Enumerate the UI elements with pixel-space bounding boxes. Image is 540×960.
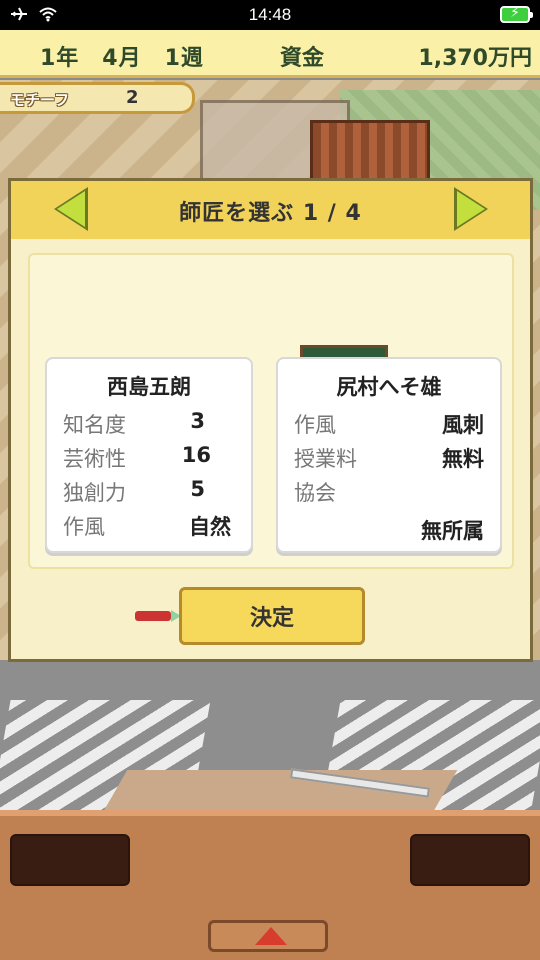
next-arrow-icon[interactable] bbox=[457, 191, 485, 227]
stat-value: 5 bbox=[190, 477, 205, 501]
pointer-pencil-icon bbox=[135, 610, 181, 622]
stat-row: 協会 bbox=[294, 477, 484, 509]
mentor-name: 尻村へそ雄 bbox=[336, 375, 442, 399]
status-bar: 14:48 ⚡ bbox=[0, 0, 540, 30]
mentor-select-dialog: 師匠を選ぶ 1 / 4 西島五朗 知名度 3 芸術性 16 独創力 5 作風 自… bbox=[8, 178, 533, 662]
motif-label: モチーフ bbox=[10, 91, 70, 109]
stat-label: 作風 bbox=[63, 515, 105, 539]
confirm-button[interactable]: 決定 bbox=[179, 587, 365, 645]
bottom-panel bbox=[0, 810, 540, 960]
stat-row: 知名度 3 bbox=[63, 409, 235, 441]
stat-row: 作風 風刺 bbox=[294, 409, 484, 441]
stat-row: 無所属 bbox=[294, 515, 484, 547]
stat-label: 作風 bbox=[294, 413, 336, 437]
mentor-card-1[interactable]: 西島五朗 知名度 3 芸術性 16 独創力 5 作風 自然 bbox=[45, 357, 253, 553]
motif-tab[interactable]: モチーフ 2 bbox=[0, 82, 195, 114]
stat-row: 授業料 無料 bbox=[294, 443, 484, 475]
stat-row: 独創力 5 bbox=[63, 477, 235, 509]
funds-value: 1,370万円 bbox=[418, 46, 532, 71]
funds-label: 資金 bbox=[280, 46, 325, 71]
dialog-title: 師匠を選ぶ 1 / 4 bbox=[179, 201, 362, 226]
stat-value: 無料 bbox=[442, 447, 484, 471]
game-date: 1年 4月 1週 bbox=[40, 46, 204, 71]
battery-icon: ⚡ bbox=[500, 5, 533, 23]
expand-menu-button[interactable] bbox=[208, 920, 328, 952]
top-info-bar: 1年 4月 1週 資金 1,370万円 bbox=[0, 30, 540, 78]
up-arrow-icon bbox=[255, 927, 287, 945]
mentor-name: 西島五朗 bbox=[107, 375, 191, 399]
stat-label: 独創力 bbox=[63, 481, 126, 505]
stat-value: 3 bbox=[190, 409, 205, 433]
stat-label: 授業料 bbox=[294, 447, 357, 471]
dialog-header: 師匠を選ぶ 1 / 4 bbox=[11, 181, 530, 239]
stat-value: 無所属 bbox=[421, 519, 484, 543]
stat-row: 芸術性 16 bbox=[63, 443, 235, 475]
stat-label: 協会 bbox=[294, 481, 336, 505]
right-slot[interactable] bbox=[410, 834, 530, 886]
stat-label: 芸術性 bbox=[63, 447, 126, 471]
status-time: 14:48 bbox=[248, 5, 292, 24]
stat-value: 16 bbox=[181, 443, 211, 467]
left-slot[interactable] bbox=[10, 834, 130, 886]
stat-value: 自然 bbox=[189, 515, 231, 539]
stat-value: 風刺 bbox=[442, 413, 484, 437]
stat-row: 作風 自然 bbox=[63, 511, 235, 543]
mentor-card-2[interactable]: 尻村へそ雄 作風 風刺 授業料 無料 協会 無所属 bbox=[276, 357, 502, 553]
motif-count: 2 bbox=[126, 87, 139, 108]
stat-label: 知名度 bbox=[63, 413, 126, 437]
